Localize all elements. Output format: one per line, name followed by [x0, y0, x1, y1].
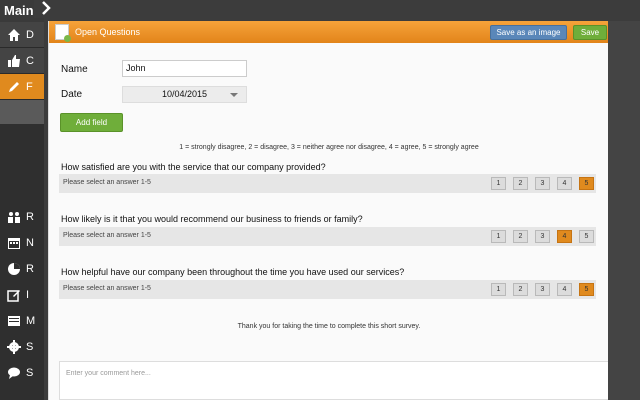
save-button[interactable]: Save	[573, 25, 607, 40]
sidebar-spacer	[0, 100, 44, 124]
sidebar-item-label: C	[26, 54, 34, 67]
gear-icon	[6, 339, 22, 355]
sidebar-spacer	[0, 124, 44, 204]
name-label: Name	[61, 64, 88, 75]
date-value: 10/04/2015	[161, 89, 208, 99]
sidebar-item-label: S	[26, 367, 34, 379]
sidebar-item-c[interactable]: C	[0, 48, 44, 74]
question-text: How satisfied are you with the service t…	[61, 162, 326, 172]
scrollbar[interactable]	[608, 21, 640, 400]
sidebar-item-chat[interactable]: S	[0, 360, 44, 386]
sidebar-item-settings[interactable]: S	[0, 334, 44, 360]
chat-icon	[6, 365, 22, 381]
answer-hint: Please select an answer 1-5	[63, 285, 151, 292]
answer-hint: Please select an answer 1-5	[63, 232, 151, 239]
chevron-down-icon	[230, 93, 238, 97]
rating-group: 1 2 3 4 5	[491, 230, 594, 243]
rating-2-button[interactable]: 2	[513, 283, 528, 296]
edit-icon	[6, 287, 22, 303]
sidebar-item-label: N	[26, 237, 34, 249]
question-text: How helpful have our company been throug…	[61, 267, 405, 277]
pencil-icon	[6, 79, 22, 95]
top-bar	[34, 0, 640, 18]
pie-chart-icon	[6, 261, 22, 277]
rating-4-button[interactable]: 4	[557, 177, 572, 190]
thumbs-up-icon	[6, 53, 22, 69]
rating-1-button[interactable]: 1	[491, 177, 506, 190]
answer-hint: Please select an answer 1-5	[63, 179, 151, 186]
date-select[interactable]: 10/04/2015	[122, 86, 247, 103]
thank-you-message: Thank you for taking the time to complet…	[237, 323, 421, 330]
rating-4-button[interactable]: 4	[557, 230, 572, 243]
sidebar-item-label: D	[26, 28, 34, 41]
rating-3-button[interactable]: 3	[535, 177, 550, 190]
rating-group: 1 2 3 4 5	[491, 177, 594, 190]
rating-2-button[interactable]: 2	[513, 177, 528, 190]
rating-5-button[interactable]: 5	[579, 283, 594, 296]
sidebar-item-label: I	[26, 289, 30, 301]
inbox-icon	[6, 313, 22, 329]
sidebar-item-label: M	[26, 315, 36, 327]
modal-header: Open Questions Save as an image Save	[49, 21, 608, 43]
sidebar-item-label: S	[26, 341, 34, 353]
sidebar-item-reports[interactable]: R	[0, 256, 44, 282]
sidebar-item-i[interactable]: I	[0, 282, 44, 308]
rating-5-button[interactable]: 5	[579, 177, 594, 190]
sidebar-item-n[interactable]: N	[0, 230, 44, 256]
sidebar: Main D C F R N R I M S S	[0, 0, 44, 400]
home-icon	[6, 27, 22, 43]
add-field-button[interactable]: Add field	[60, 113, 123, 132]
rating-group: 1 2 3 4 5	[491, 283, 594, 296]
answer-row: Please select an answer 1-5 1 2 3 4 5	[59, 227, 596, 246]
comment-textarea[interactable]: Enter your comment here...	[59, 361, 611, 400]
answer-row: Please select an answer 1-5 1 2 3 4 5	[59, 174, 596, 193]
name-input[interactable]: John	[122, 60, 247, 77]
answer-row: Please select an answer 1-5 1 2 3 4 5	[59, 280, 596, 299]
sidebar-item-dashboard[interactable]: D	[0, 22, 44, 48]
rating-3-button[interactable]: 3	[535, 283, 550, 296]
sidebar-item-label: F	[26, 80, 33, 93]
save-as-image-button[interactable]: Save as an image	[490, 25, 567, 40]
modal-title: Open Questions	[75, 27, 141, 37]
rating-1-button[interactable]: 1	[491, 230, 506, 243]
people-icon	[6, 209, 22, 225]
calendar-icon	[6, 235, 22, 251]
date-label: Date	[61, 89, 83, 100]
sidebar-item-r[interactable]: R	[0, 204, 44, 230]
open-questions-modal: Open Questions Save as an image Save Nam…	[48, 21, 611, 400]
chevron-right-icon[interactable]	[40, 1, 52, 18]
question-text: How likely is it that you would recommen…	[61, 214, 363, 224]
sidebar-item-label: R	[26, 263, 34, 275]
rating-3-button[interactable]: 3	[535, 230, 550, 243]
sidebar-item-label: R	[26, 211, 34, 223]
document-icon	[55, 24, 71, 42]
rating-4-button[interactable]: 4	[557, 283, 572, 296]
sidebar-item-forms[interactable]: F	[0, 74, 44, 100]
sidebar-item-m[interactable]: M	[0, 308, 44, 334]
rating-5-button[interactable]: 5	[579, 230, 594, 243]
rating-1-button[interactable]: 1	[491, 283, 506, 296]
rating-2-button[interactable]: 2	[513, 230, 528, 243]
rating-scale-legend: 1 = strongly disagree, 2 = disagree, 3 =…	[179, 144, 479, 151]
